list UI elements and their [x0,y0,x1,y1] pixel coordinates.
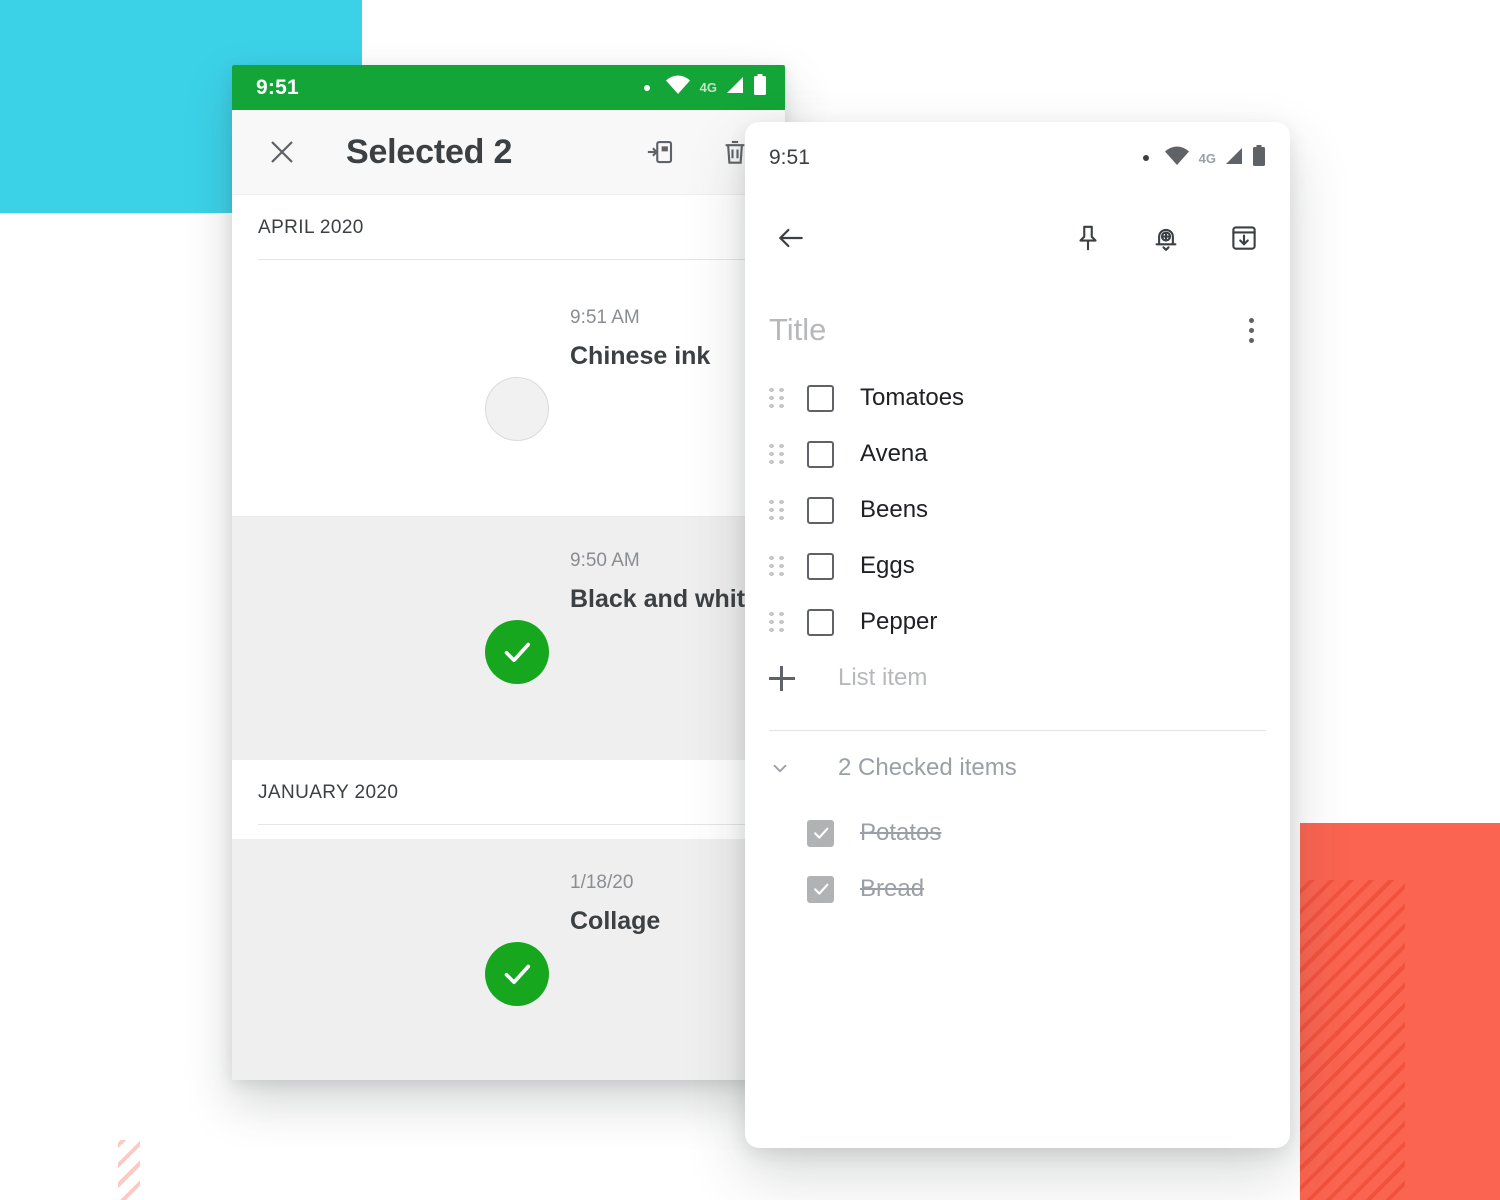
signal-icon [724,76,744,99]
right-status-bar: 9:51 4G [745,122,1290,194]
month-header-april: APRIL 2020 [232,195,785,274]
left-selection-toolbar: Selected 2 [232,110,785,195]
pin-icon[interactable] [1064,214,1112,262]
selection-circle-checked[interactable] [485,942,549,1006]
checkbox-unchecked[interactable] [807,608,834,636]
list-item-label: Beens [860,496,929,523]
selection-circle-unchecked[interactable] [485,377,549,441]
note-time: 1/18/20 [570,872,634,893]
checked-items-count-label: 2 Checked items [838,754,1017,781]
table-row[interactable]: 1/18/20 Collage [232,839,785,1080]
table-row[interactable]: 9:50 AM Black and white [232,517,785,760]
drag-handle-icon[interactable] [769,556,791,576]
dot-icon [643,84,650,91]
left-status-bar: 9:51 4G [232,65,785,110]
list-item-label: Pepper [860,608,938,635]
divider [258,259,785,260]
add-list-item-row[interactable]: List item [745,650,1290,706]
close-icon[interactable] [258,128,306,176]
more-options-icon[interactable] [1234,308,1268,352]
list-item-label: Avena [860,440,928,467]
checkbox-unchecked[interactable] [807,440,834,468]
list-item[interactable]: Bread [745,861,1290,917]
status-clock: 9:51 [256,75,299,99]
add-list-item-placeholder: List item [838,664,928,691]
network-type-label: 4G [699,80,717,95]
drag-handle-icon[interactable] [769,500,791,520]
wifi-icon [665,75,691,100]
drag-handle-icon[interactable] [769,444,791,464]
checkbox-unchecked[interactable] [807,496,834,524]
note-time: 9:51 AM [570,307,640,328]
reminder-bell-icon[interactable] [1142,214,1190,262]
decorative-orange-stripes [1300,880,1405,1200]
list-item[interactable]: Potatos [745,805,1290,861]
checkbox-checked[interactable] [807,819,834,847]
list-item[interactable]: Pepper [745,594,1290,650]
divider [258,824,785,825]
left-phone-card: 9:51 4G Selected 2 APRIL 2020 9:51 AM Ch… [232,65,785,1080]
status-clock: 9:51 [769,146,810,169]
note-time: 9:50 AM [570,550,640,571]
wifi-icon [1164,146,1190,171]
note-title-row: Title [745,282,1290,370]
checkbox-unchecked[interactable] [807,552,834,580]
table-row[interactable]: 9:51 AM Chinese ink [232,274,785,517]
note-title-input[interactable]: Title [769,312,1234,348]
dot-icon [1142,155,1149,161]
plus-icon[interactable] [769,665,795,692]
network-type-label: 4G [1198,150,1216,166]
archive-icon[interactable] [1220,214,1268,262]
month-header-january: JANUARY 2020 [232,760,785,839]
selection-circle-checked[interactable] [485,620,549,684]
battery-icon [1252,144,1266,172]
list-item[interactable]: Eggs [745,538,1290,594]
note-title: Chinese ink [570,342,711,370]
signal-icon [1223,147,1243,170]
right-note-toolbar [745,194,1290,282]
drag-handle-icon[interactable] [769,612,791,632]
battery-icon [753,74,767,101]
month-header-label: APRIL 2020 [258,217,364,238]
list-item-label: Bread [860,875,925,902]
checked-items-toggle[interactable]: 2 Checked items [745,731,1290,805]
move-to-notebook-icon[interactable] [637,128,685,176]
note-title: Collage [570,907,661,935]
list-item[interactable]: Beens [745,482,1290,538]
back-arrow-icon[interactable] [767,214,815,262]
drag-handle-icon[interactable] [769,388,791,408]
decorative-faint-stripes [118,1140,140,1200]
list-item-label: Tomatoes [860,384,965,411]
checkbox-checked[interactable] [807,875,834,903]
list-item-label: Potatos [860,819,942,846]
chevron-down-icon[interactable] [769,756,791,780]
checkbox-unchecked[interactable] [807,384,834,412]
month-header-label: JANUARY 2020 [258,782,399,803]
list-item[interactable]: Tomatoes [745,370,1290,426]
note-title: Black and white [570,585,759,613]
list-item-label: Eggs [860,552,915,579]
selection-count-title: Selected 2 [346,132,513,171]
right-phone-card: 9:51 4G Title Tomatoes Avena Beens Eggs … [745,122,1290,1148]
list-item[interactable]: Avena [745,426,1290,482]
